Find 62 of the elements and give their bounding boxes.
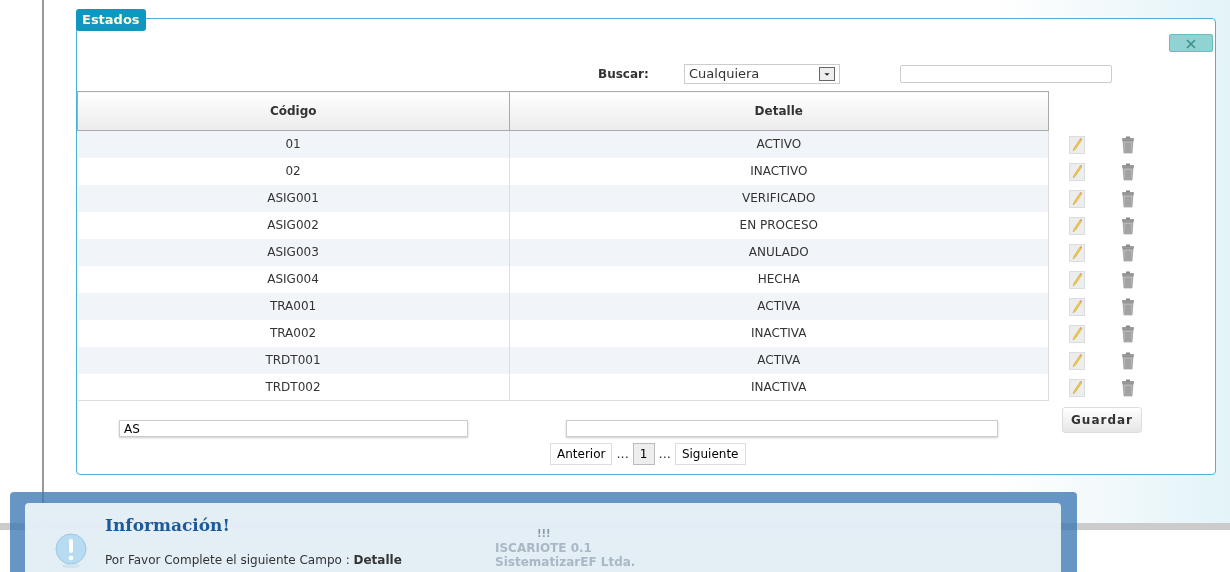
table-cell: INACTIVO bbox=[509, 157, 1049, 185]
notification-title: Información! bbox=[105, 514, 231, 537]
table-cell: ACTIVO bbox=[509, 130, 1049, 158]
table-cell: INACTIVA bbox=[509, 373, 1049, 401]
detalle-input[interactable] bbox=[566, 420, 998, 437]
table-cell: ACTIVA bbox=[509, 292, 1049, 320]
edit-icon[interactable] bbox=[1069, 243, 1085, 262]
trash-icon[interactable] bbox=[1121, 135, 1135, 154]
trash-icon[interactable] bbox=[1121, 324, 1135, 343]
search-label: Buscar: bbox=[598, 66, 650, 83]
table-cell: TRA001 bbox=[77, 292, 510, 320]
trash-icon[interactable] bbox=[1121, 297, 1135, 316]
trash-icon[interactable] bbox=[1121, 216, 1135, 235]
panel-title: Estados bbox=[76, 9, 146, 31]
edit-icon[interactable] bbox=[1069, 162, 1085, 181]
footer-version: ISCARIOTE 0.1 bbox=[495, 541, 593, 555]
trash-icon[interactable] bbox=[1121, 189, 1135, 208]
trash-icon[interactable] bbox=[1121, 351, 1135, 370]
trash-icon[interactable] bbox=[1121, 162, 1135, 181]
footer-mark: !!! bbox=[537, 527, 552, 541]
guardar-button[interactable]: Guardar bbox=[1062, 407, 1142, 433]
trash-icon[interactable] bbox=[1121, 243, 1135, 262]
table-cell: 01 bbox=[77, 130, 510, 158]
close-button[interactable] bbox=[1169, 34, 1213, 52]
table-cell: EN PROCESO bbox=[509, 211, 1049, 239]
edit-icon[interactable] bbox=[1069, 270, 1085, 289]
table-cell: TRA002 bbox=[77, 319, 510, 347]
close-icon bbox=[1185, 38, 1197, 49]
table-cell: ASIG002 bbox=[77, 211, 510, 239]
search-field[interactable] bbox=[900, 65, 1112, 83]
ellipsis: ... bbox=[616, 445, 629, 464]
table-cell: TRDT002 bbox=[77, 373, 510, 401]
table-cell: ANULADO bbox=[509, 238, 1049, 266]
ellipsis: ... bbox=[658, 445, 671, 464]
table-cell: INACTIVA bbox=[509, 319, 1049, 347]
previous-button[interactable]: Anterior bbox=[550, 443, 613, 465]
column-header: Detalle bbox=[509, 91, 1049, 131]
edit-icon[interactable] bbox=[1069, 324, 1085, 343]
next-button[interactable]: Siguiente bbox=[674, 443, 746, 465]
page-button[interactable]: 1 bbox=[632, 443, 655, 465]
edit-icon[interactable] bbox=[1069, 378, 1085, 397]
table-cell: TRDT001 bbox=[77, 346, 510, 374]
trash-icon[interactable] bbox=[1121, 378, 1135, 397]
edit-icon[interactable] bbox=[1069, 216, 1085, 235]
filter-dropdown[interactable]: Cualquiera bbox=[684, 64, 840, 84]
trash-icon[interactable] bbox=[1121, 270, 1135, 289]
footer-company: SistematizarEF Ltda. bbox=[495, 555, 636, 569]
table-cell: 02 bbox=[77, 157, 510, 185]
table-cell: HECHA bbox=[509, 265, 1049, 293]
edit-icon[interactable] bbox=[1069, 189, 1085, 208]
table-cell: ASIG003 bbox=[77, 238, 510, 266]
table-cell: VERIFICADO bbox=[509, 184, 1049, 212]
codigo-input[interactable]: AS bbox=[119, 420, 468, 437]
column-header: Código bbox=[77, 91, 510, 131]
table-cell: ASIG004 bbox=[77, 265, 510, 293]
table-cell: ASIG001 bbox=[77, 184, 510, 212]
edit-icon[interactable] bbox=[1069, 135, 1085, 154]
notification-message: Por Favor Complete el siguiente Campo : Detalle bbox=[105, 551, 402, 569]
exclamation-icon bbox=[55, 533, 87, 569]
edit-icon[interactable] bbox=[1069, 351, 1085, 370]
edit-icon[interactable] bbox=[1069, 297, 1085, 316]
table-cell: ACTIVA bbox=[509, 346, 1049, 374]
